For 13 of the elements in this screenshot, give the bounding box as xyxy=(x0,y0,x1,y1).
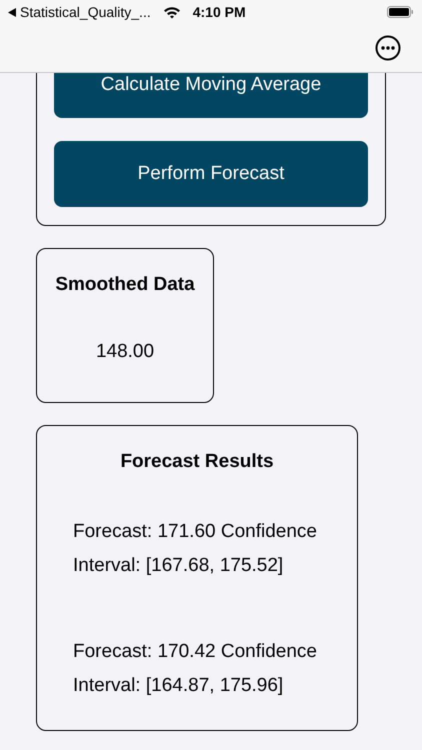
back-arrow-icon[interactable] xyxy=(8,8,16,16)
card-title: Smoothed Data xyxy=(55,273,195,297)
more-icon[interactable] xyxy=(375,35,401,61)
status-time: 4:10 PM xyxy=(192,2,246,22)
forecast-result: Forecast: 171.60 Confidence Interval: [167.68, 175.52] xyxy=(73,520,318,578)
action-button[interactable]: Calculate Moving Average xyxy=(54,73,368,118)
back-app-label[interactable]: Statistical_Quality_... xyxy=(20,2,151,22)
wifi-icon xyxy=(162,6,181,18)
card-title: Forecast Results xyxy=(120,450,274,474)
action-button[interactable]: Perform Forecast xyxy=(54,141,368,207)
forecast-result: Forecast: 170.42 Confidence Interval: [164.87, 175.96] xyxy=(73,640,318,698)
battery-icon xyxy=(387,6,414,18)
smoothed-value: 148.00 xyxy=(96,340,154,364)
